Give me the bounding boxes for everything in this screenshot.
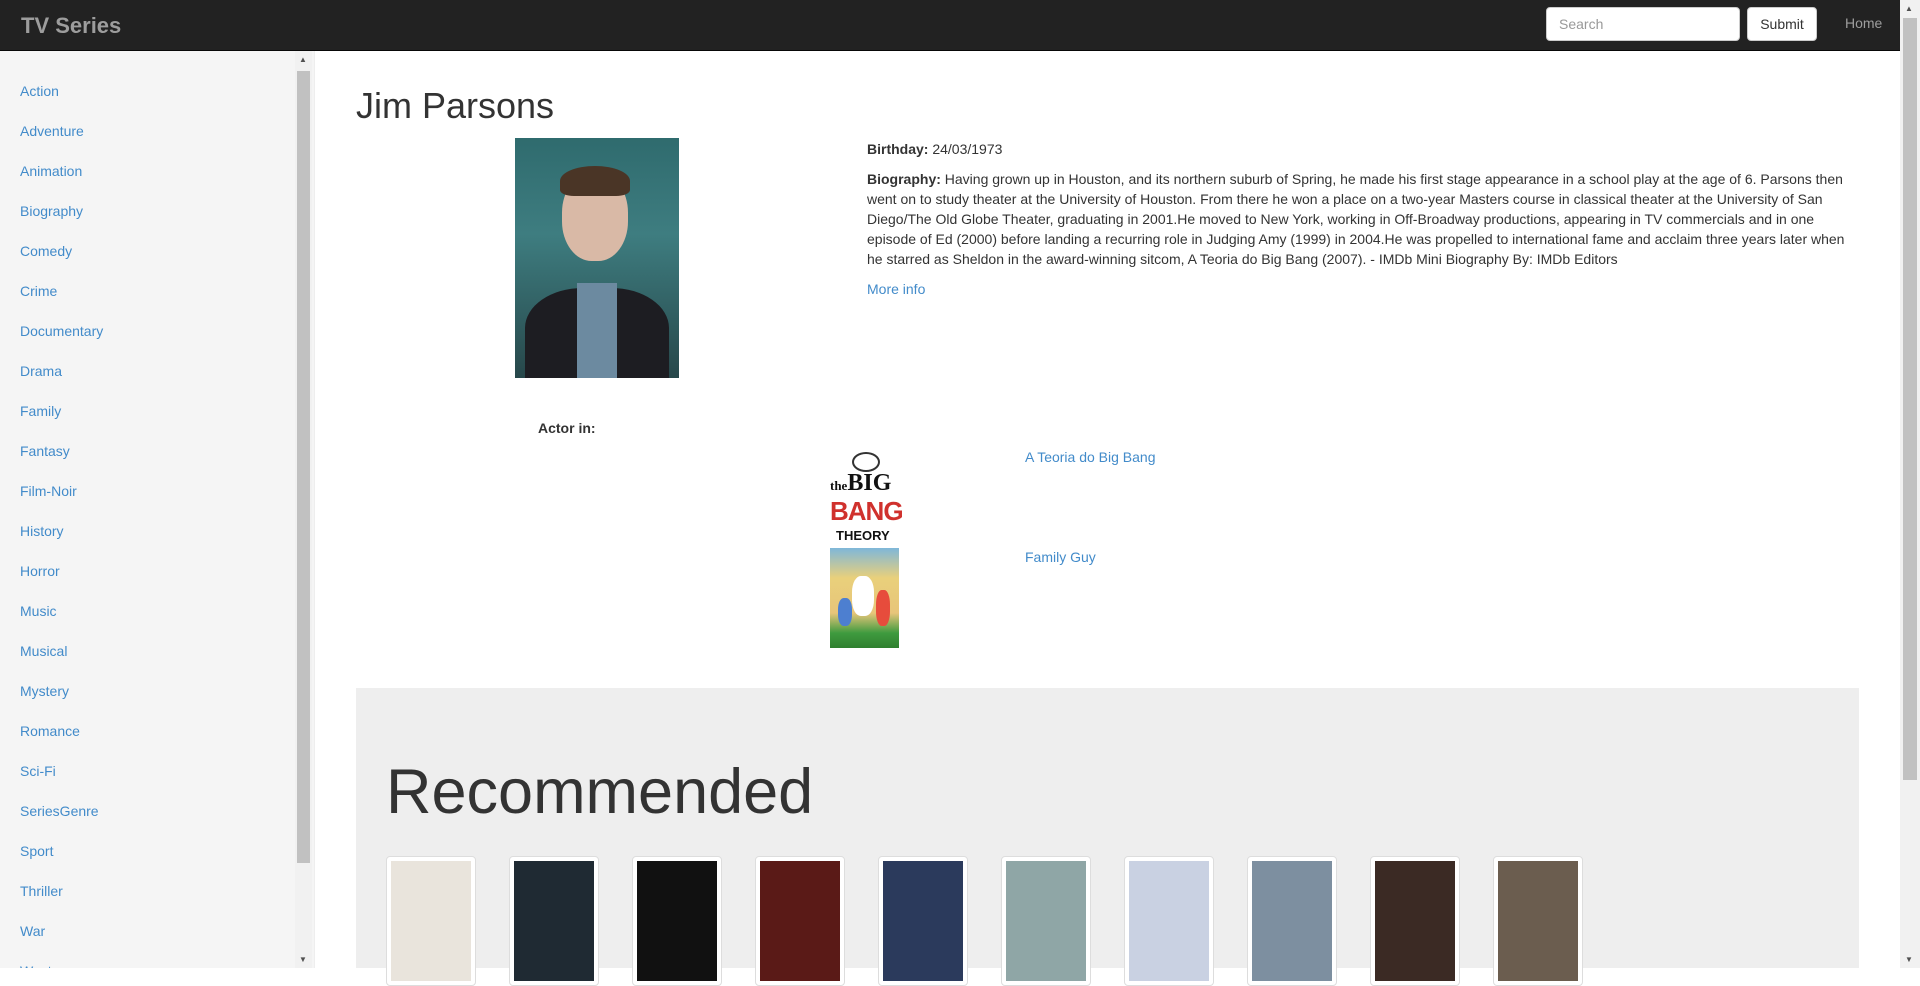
sidebar-item-western[interactable]: Western	[20, 961, 103, 968]
genre-link[interactable]: Sport	[20, 843, 53, 859]
sidebar: Action Adventure Animation Biography Comedy C…	[0, 51, 315, 968]
person-photo-3[interactable]	[1493, 856, 1583, 986]
thumbnail-image	[1498, 861, 1578, 981]
genre-link[interactable]: Biography	[20, 203, 83, 219]
genre-link[interactable]: Animation	[20, 163, 82, 179]
person-photo	[515, 138, 679, 378]
genre-link[interactable]: History	[20, 523, 64, 539]
biography-text: Having grown up in Houston, and its nort…	[867, 171, 1845, 267]
genre-link[interactable]: Comedy	[20, 243, 72, 259]
birthday-line: Birthday: 24/03/1973	[867, 139, 1862, 159]
thumbnail-image	[637, 861, 717, 981]
genre-list: Action Adventure Animation Biography Comedy C…	[20, 81, 103, 968]
sidebar-item-film-noir[interactable]: Film-Noir	[20, 481, 103, 521]
thumbnail-image	[514, 861, 594, 981]
sidebar-item-family[interactable]: Family	[20, 401, 103, 441]
genre-link[interactable]: Adventure	[20, 123, 84, 139]
genre-link[interactable]: Romance	[20, 723, 80, 739]
atom-icon	[852, 452, 880, 472]
page-scroll-thumb[interactable]	[1903, 18, 1917, 780]
sidebar-item-thriller[interactable]: Thriller	[20, 881, 103, 921]
genre-link[interactable]: Music	[20, 603, 57, 619]
genre-link[interactable]: Sci-Fi	[20, 763, 56, 779]
sidebar-item-horror[interactable]: Horror	[20, 561, 103, 601]
genre-link[interactable]: Horror	[20, 563, 60, 579]
bio-section: Birthday: 24/03/1973 Biography: Having g…	[867, 139, 1862, 309]
search-input[interactable]	[1546, 7, 1740, 41]
genre-link[interactable]: Mystery	[20, 683, 69, 699]
breaking-bad-poster[interactable]	[1001, 856, 1091, 986]
sidebar-item-music[interactable]: Music	[20, 601, 103, 641]
sidebar-item-musical[interactable]: Musical	[20, 641, 103, 681]
thumbnail-image	[1252, 861, 1332, 981]
sidebar-item-sport[interactable]: Sport	[20, 841, 103, 881]
sidebar-item-mystery[interactable]: Mystery	[20, 681, 103, 721]
recommended-section: Recommended	[356, 688, 1859, 986]
home-link[interactable]: Home	[1845, 15, 1882, 31]
sidebar-item-animation[interactable]: Animation	[20, 161, 103, 201]
genre-link[interactable]: Fantasy	[20, 443, 70, 459]
the-wire-poster[interactable]	[632, 856, 722, 986]
recommended-heading: Recommended	[386, 757, 814, 827]
genre-link[interactable]: Western	[20, 963, 72, 968]
got-poster[interactable]	[509, 856, 599, 986]
actor-in-label: Actor in:	[538, 420, 596, 436]
sidebar-scrollbar[interactable]: ▲ ▼	[295, 51, 312, 968]
scroll-down-arrow-icon[interactable]: ▼	[299, 955, 307, 964]
sidebar-item-biography[interactable]: Biography	[20, 201, 103, 241]
genre-link[interactable]: Film-Noir	[20, 483, 77, 499]
genre-link[interactable]: Thriller	[20, 883, 63, 899]
person-photo-1[interactable]	[1247, 856, 1337, 986]
sidebar-item-seriesgenre[interactable]: SeriesGenre	[20, 801, 103, 841]
biography-label: Biography:	[867, 171, 941, 187]
show-link-big-bang[interactable]: A Teoria do Big Bang	[1025, 449, 1156, 465]
sidebar-item-action[interactable]: Action	[20, 81, 103, 121]
family-guy-poster[interactable]	[830, 548, 899, 648]
person-name: Jim Parsons	[356, 85, 555, 126]
sidebar-item-comedy[interactable]: Comedy	[20, 241, 103, 281]
show-link-family-guy[interactable]: Family Guy	[1025, 549, 1096, 565]
placeholder-avatar[interactable]	[1124, 856, 1214, 986]
genre-link[interactable]: SeriesGenre	[20, 803, 99, 819]
sidebar-item-drama[interactable]: Drama	[20, 361, 103, 401]
birthday-label: Birthday:	[867, 141, 929, 157]
thumbnail-image	[883, 861, 963, 981]
big-bang-theory-poster[interactable]: theBIG BANG THEORY	[830, 452, 904, 546]
sidebar-item-documentary[interactable]: Documentary	[20, 321, 103, 361]
genre-link[interactable]: Action	[20, 83, 59, 99]
more-info-link[interactable]: More info	[867, 281, 925, 297]
thumbnail-image	[391, 861, 471, 981]
genre-link[interactable]: Drama	[20, 363, 62, 379]
sidebar-item-fantasy[interactable]: Fantasy	[20, 441, 103, 481]
sidebar-item-sci-fi[interactable]: Sci-Fi	[20, 761, 103, 801]
birthday-value: 24/03/1973	[932, 141, 1003, 157]
page-scrollbar[interactable]: ▲ ▼	[1900, 0, 1920, 968]
person-photo-2[interactable]	[1370, 856, 1460, 986]
biography-line: Biography: Having grown up in Houston, a…	[867, 169, 1862, 269]
genre-link[interactable]: Family	[20, 403, 61, 419]
genre-link[interactable]: Musical	[20, 643, 67, 659]
thumbnail-image	[1129, 861, 1209, 981]
sidebar-item-war[interactable]: War	[20, 921, 103, 961]
sidebar-item-crime[interactable]: Crime	[20, 281, 103, 321]
genre-link[interactable]: Documentary	[20, 323, 103, 339]
submit-button[interactable]: Submit	[1747, 7, 1817, 41]
genre-link[interactable]: War	[20, 923, 45, 939]
page-scroll-down-icon[interactable]: ▼	[1905, 955, 1913, 964]
sidebar-item-adventure[interactable]: Adventure	[20, 121, 103, 161]
fargo-poster[interactable]	[386, 856, 476, 986]
thumbnail-image	[1006, 861, 1086, 981]
scroll-up-arrow-icon[interactable]: ▲	[299, 55, 307, 64]
navbar: TV Series Submit Home	[0, 0, 1900, 51]
page-scroll-up-icon[interactable]: ▲	[1905, 4, 1913, 13]
brand-title[interactable]: TV Series	[21, 13, 121, 39]
genre-link[interactable]: Crime	[20, 283, 57, 299]
sidebar-scroll-thumb[interactable]	[297, 71, 310, 863]
thumbnail-image	[1375, 861, 1455, 981]
sidebar-item-romance[interactable]: Romance	[20, 721, 103, 761]
firefly-poster[interactable]	[878, 856, 968, 986]
poster-4[interactable]	[755, 856, 845, 986]
thumbnail-image	[760, 861, 840, 981]
sidebar-item-history[interactable]: History	[20, 521, 103, 561]
